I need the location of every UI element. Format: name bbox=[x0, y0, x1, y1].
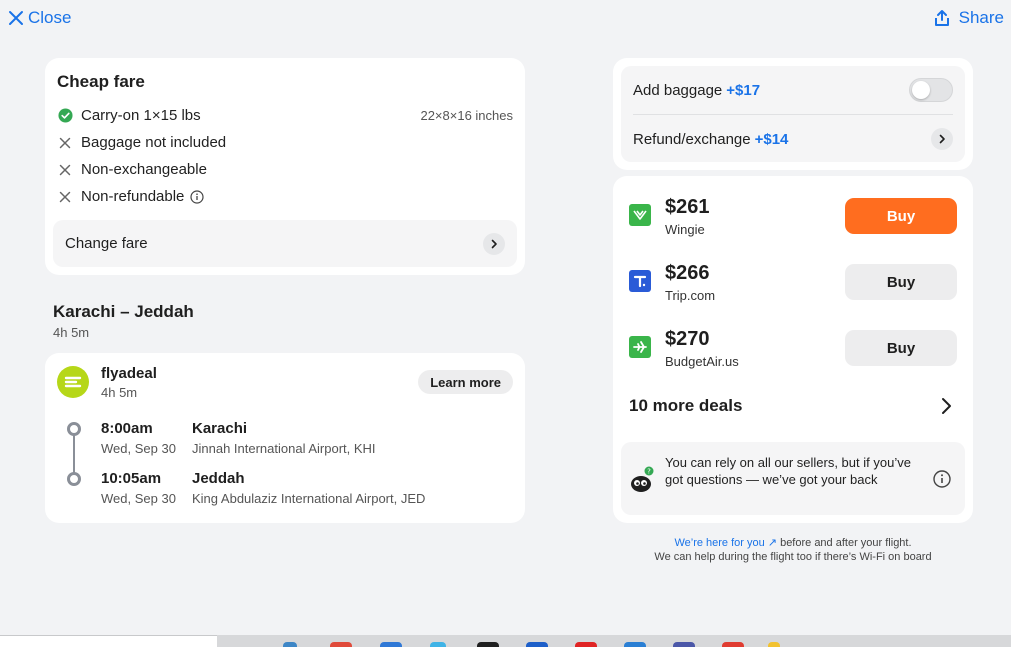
taskbar-app-icon[interactable] bbox=[477, 642, 499, 647]
support-line-1-text: before and after your flight. bbox=[777, 537, 912, 549]
buy-button[interactable]: Buy bbox=[845, 330, 957, 366]
fare-item-carry-on: Carry-on 1×15 lbs 22×8×16 inches bbox=[57, 102, 513, 129]
support-link[interactable]: We’re here for you ↗ bbox=[674, 537, 777, 549]
extras-card: Add baggage +$17 Refund/exchange +$14 bbox=[613, 58, 973, 170]
chevron-right-icon bbox=[483, 232, 505, 255]
more-deals-label: 10 more deals bbox=[629, 396, 743, 415]
add-baggage-label: Add baggage bbox=[633, 81, 723, 99]
taskbar-app-icon[interactable] bbox=[430, 642, 446, 647]
x-icon bbox=[57, 189, 73, 205]
top-bar: Close Share bbox=[0, 0, 1011, 36]
fare-title: Cheap fare bbox=[57, 72, 145, 91]
taskbar-app-icon[interactable] bbox=[330, 642, 352, 647]
taskbar-search-area[interactable] bbox=[0, 635, 217, 647]
check-circle-icon bbox=[57, 108, 73, 124]
carry-on-dimensions: 22×8×16 inches bbox=[420, 108, 513, 123]
arrival-date: Wed, Sep 30 bbox=[101, 491, 176, 506]
baggage-toggle[interactable] bbox=[909, 78, 953, 102]
fare-item-label: Baggage not included bbox=[81, 134, 227, 151]
arrival-city: Jeddah bbox=[192, 470, 245, 487]
more-deals-button[interactable]: 10 more deals bbox=[629, 394, 953, 418]
budgetair-logo-icon bbox=[629, 336, 651, 358]
deal-seller: Wingie bbox=[665, 222, 705, 237]
taskbar-app-icon[interactable] bbox=[768, 642, 780, 647]
deal-price: $266 bbox=[665, 262, 710, 284]
x-icon bbox=[57, 162, 73, 178]
learn-more-button[interactable]: Learn more bbox=[418, 370, 513, 394]
arrival-airport: King Abdulaziz International Airport, JE… bbox=[192, 491, 426, 506]
timeline-line bbox=[73, 435, 75, 475]
deal-seller: BudgetAir.us bbox=[665, 354, 739, 369]
chevron-right-icon bbox=[942, 398, 951, 414]
change-fare-label: Change fare bbox=[65, 235, 148, 252]
departure-date: Wed, Sep 30 bbox=[101, 441, 176, 456]
extras-panel: Add baggage +$17 Refund/exchange +$14 bbox=[621, 66, 965, 162]
chevron-right-icon bbox=[931, 128, 953, 150]
share-button[interactable]: Share bbox=[933, 8, 1004, 28]
taskbar-app-icon[interactable] bbox=[380, 642, 402, 647]
fare-item-exchange: Non-exchangeable bbox=[57, 156, 513, 183]
x-icon bbox=[57, 135, 73, 151]
departure-time: 8:00am bbox=[101, 420, 153, 437]
seller-trust-box: ? You can rely on all our sellers, but i… bbox=[621, 442, 965, 515]
deal-item: $266 Trip.com Buy bbox=[629, 258, 957, 306]
close-button[interactable]: Close bbox=[8, 8, 71, 28]
support-footer: We’re here for you ↗ before and after yo… bbox=[613, 536, 973, 564]
share-icon bbox=[934, 10, 949, 26]
taskbar-app-icon[interactable] bbox=[673, 642, 695, 647]
info-icon[interactable] bbox=[190, 189, 205, 204]
fare-item-label: Non-refundable bbox=[81, 188, 185, 205]
fare-card: Cheap fare Carry-on 1×15 lbs 22×8×16 inc… bbox=[45, 58, 525, 275]
fare-item-label: Non-exchangeable bbox=[81, 161, 207, 178]
info-icon[interactable] bbox=[933, 470, 951, 493]
taskbar-app-icon[interactable] bbox=[624, 642, 646, 647]
fare-item-baggage: Baggage not included bbox=[57, 129, 513, 156]
refund-exchange-label: Refund/exchange bbox=[633, 130, 751, 148]
close-icon bbox=[9, 11, 23, 25]
svg-text:?: ? bbox=[647, 468, 651, 476]
flight-duration: 4h 5m bbox=[101, 385, 138, 400]
support-line-1: We’re here for you ↗ before and after yo… bbox=[613, 536, 973, 550]
departure-city: Karachi bbox=[192, 420, 248, 437]
taskbar-app-icon[interactable] bbox=[526, 642, 548, 647]
deal-price: $270 bbox=[665, 328, 710, 350]
share-label: Share bbox=[958, 8, 1004, 27]
taskbar bbox=[0, 635, 1011, 647]
taskbar-app-icon[interactable] bbox=[575, 642, 597, 647]
flight-card: flyadeal 4h 5m Learn more 8:00am Wed, Se… bbox=[45, 353, 525, 523]
buy-button[interactable]: Buy bbox=[845, 264, 957, 300]
deal-seller: Trip.com bbox=[665, 288, 716, 303]
add-baggage-row[interactable]: Add baggage +$17 bbox=[633, 66, 953, 114]
support-line-2: We can help during the flight too if the… bbox=[654, 551, 932, 563]
taskbar-app-icon[interactable] bbox=[283, 642, 297, 647]
trip-com-logo-icon bbox=[629, 270, 651, 292]
baggage-price: +$17 bbox=[726, 81, 761, 99]
support-mascot-icon: ? bbox=[629, 466, 657, 499]
refund-price: +$14 bbox=[754, 130, 789, 148]
airline-name: flyadeal bbox=[101, 365, 157, 382]
route-title: Karachi – Jeddah bbox=[53, 302, 194, 321]
departure-dot bbox=[67, 422, 81, 436]
deal-item: $270 BudgetAir.us Buy bbox=[629, 324, 957, 372]
airline-logo-icon bbox=[57, 366, 89, 398]
deal-price: $261 bbox=[665, 196, 710, 218]
close-label: Close bbox=[28, 8, 72, 27]
buy-button[interactable]: Buy bbox=[845, 198, 957, 234]
departure-airport: Jinnah International Airport, KHI bbox=[192, 441, 376, 456]
refund-exchange-row[interactable]: Refund/exchange +$14 bbox=[633, 115, 953, 163]
wingie-logo-icon bbox=[629, 204, 651, 226]
change-fare-button[interactable]: Change fare bbox=[53, 220, 517, 267]
route-duration: 4h 5m bbox=[53, 325, 90, 340]
fare-item-refund: Non-refundable bbox=[57, 183, 513, 210]
fare-item-label: Carry-on 1×15 lbs bbox=[81, 107, 201, 124]
arrival-time: 10:05am bbox=[101, 470, 162, 487]
deals-card: $261 Wingie Buy $266 Trip.com Buy $270 B… bbox=[613, 176, 973, 523]
arrival-dot bbox=[67, 472, 81, 486]
deal-item: $261 Wingie Buy bbox=[629, 192, 957, 240]
taskbar-app-icon[interactable] bbox=[722, 642, 744, 647]
seller-trust-text: You can rely on all our sellers, but if … bbox=[665, 455, 911, 487]
toggle-knob bbox=[912, 81, 930, 99]
